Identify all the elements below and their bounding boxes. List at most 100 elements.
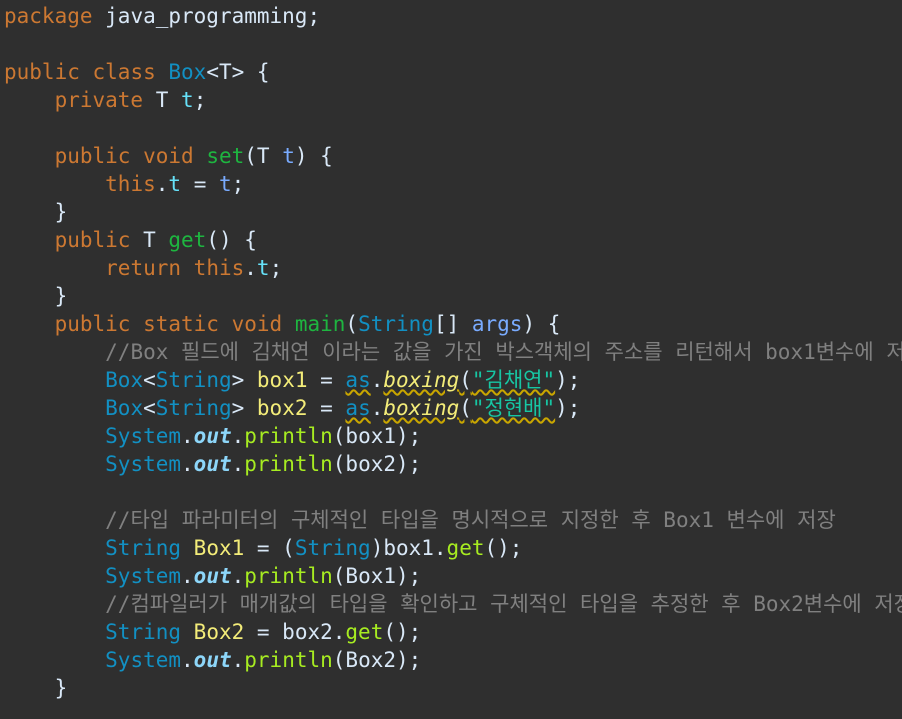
code-token: String (358, 312, 434, 336)
code-line[interactable]: public T get() { (4, 226, 257, 254)
code-token: t (218, 172, 232, 196)
code-token: ( (459, 368, 472, 392)
code-token: . (370, 368, 384, 392)
code-token: ; (269, 256, 283, 280)
code-token: )box1. (370, 536, 447, 560)
code-line[interactable]: public static void main(String[] args) { (4, 310, 561, 338)
code-line[interactable]: //타입 파라미터의 구체적인 타입을 명시적으로 지정한 후 Box1 변수에… (4, 506, 836, 534)
code-line[interactable]: this.t = t; (4, 170, 244, 198)
code-token: (); (484, 536, 523, 560)
code-token: . (244, 256, 257, 280)
code-token: ); (555, 396, 581, 420)
code-token: System (105, 564, 182, 588)
code-token: get (168, 228, 207, 252)
code-token: as (345, 396, 371, 420)
code-token: static (143, 312, 219, 336)
code-token: out (193, 452, 232, 476)
code-token: . (181, 564, 194, 588)
code-token: Box2 (193, 620, 245, 644)
code-token: (Box2); (332, 648, 422, 672)
code-line[interactable]: return this.t; (4, 254, 282, 282)
code-token: args (471, 312, 523, 336)
code-token: . (181, 648, 194, 672)
code-token: String (294, 536, 371, 560)
code-token: < (143, 396, 156, 420)
code-token: (); (383, 620, 422, 644)
code-token: box2 (256, 396, 308, 420)
code-line[interactable]: } (4, 198, 68, 226)
code-token: void (143, 144, 194, 168)
code-token: = ( (244, 536, 295, 560)
code-token: = (307, 396, 346, 420)
code-token: println (244, 452, 333, 476)
code-line[interactable]: Box<String> box2 = as.boxing("정현배"); (4, 394, 580, 422)
code-line[interactable]: String Box2 = box2.get(); (4, 618, 421, 646)
code-token: < (143, 368, 156, 392)
code-token: t (282, 144, 295, 168)
code-token: "정현배" (471, 396, 556, 420)
code-token: T (130, 228, 169, 252)
code-line[interactable]: String Box1 = (String)box1.get(); (4, 534, 522, 562)
code-line[interactable]: //Box 필드에 김채연 이라는 값을 가진 박스객체의 주소를 리턴해서 b… (4, 338, 902, 366)
code-line[interactable]: } (4, 674, 68, 702)
code-line[interactable]: package java_programming; (4, 2, 320, 30)
code-editor[interactable]: package java_programming;public class Bo… (0, 0, 902, 719)
code-token: out (193, 424, 232, 448)
code-token: println (244, 648, 333, 672)
code-token: ; (231, 172, 245, 196)
code-token: java_programming; (92, 4, 321, 28)
code-token: <T> { (206, 60, 270, 84)
code-token: public (54, 144, 131, 168)
code-token: return (105, 256, 182, 280)
code-token: . (231, 648, 245, 672)
code-token: //Box 필드에 김채연 이라는 값을 가진 박스객체의 주소를 리턴해서 b… (105, 340, 902, 364)
code-token: . (181, 424, 194, 448)
code-line[interactable]: System.out.println(box1); (4, 422, 421, 450)
code-token: public (54, 312, 131, 336)
code-line[interactable]: private T t; (4, 86, 207, 114)
code-token: } (4, 284, 68, 308)
code-line[interactable]: } (4, 282, 68, 310)
code-token: ( (459, 396, 472, 420)
code-token: get (345, 620, 384, 644)
code-token: String (155, 368, 232, 392)
code-line[interactable]: public void set(T t) { (4, 142, 333, 170)
code-token: > (231, 368, 257, 392)
code-token: boxing (383, 396, 460, 420)
code-token: (box2); (332, 452, 422, 476)
code-token: package (4, 4, 93, 28)
code-token: System (105, 424, 182, 448)
code-token: //컴파일러가 매개값의 타입을 확인하고 구체적인 타입을 추정한 후 Box… (105, 592, 902, 616)
code-line[interactable]: System.out.println(Box1); (4, 562, 421, 590)
code-token: System (105, 452, 182, 476)
code-token: String (155, 396, 232, 420)
code-token: private (54, 88, 144, 112)
code-line[interactable]: public class Box<T> { (4, 58, 270, 86)
code-token: > (231, 396, 257, 420)
code-token: Box (168, 60, 207, 84)
code-token: String (105, 620, 182, 644)
code-token: class (92, 60, 156, 84)
code-token: println (244, 424, 333, 448)
code-token: void (231, 312, 283, 336)
code-line[interactable]: System.out.println(Box2); (4, 646, 421, 674)
code-line[interactable]: System.out.println(box2); (4, 450, 421, 478)
code-token: = (181, 172, 219, 196)
code-line[interactable]: //컴파일러가 매개값의 타입을 확인하고 구체적인 타입을 추정한 후 Box… (4, 590, 902, 618)
code-line[interactable]: Box<String> box1 = as.boxing("김채연"); (4, 366, 580, 394)
code-token: out (193, 564, 232, 588)
code-token: } (4, 676, 68, 700)
code-token: box1 (256, 368, 308, 392)
